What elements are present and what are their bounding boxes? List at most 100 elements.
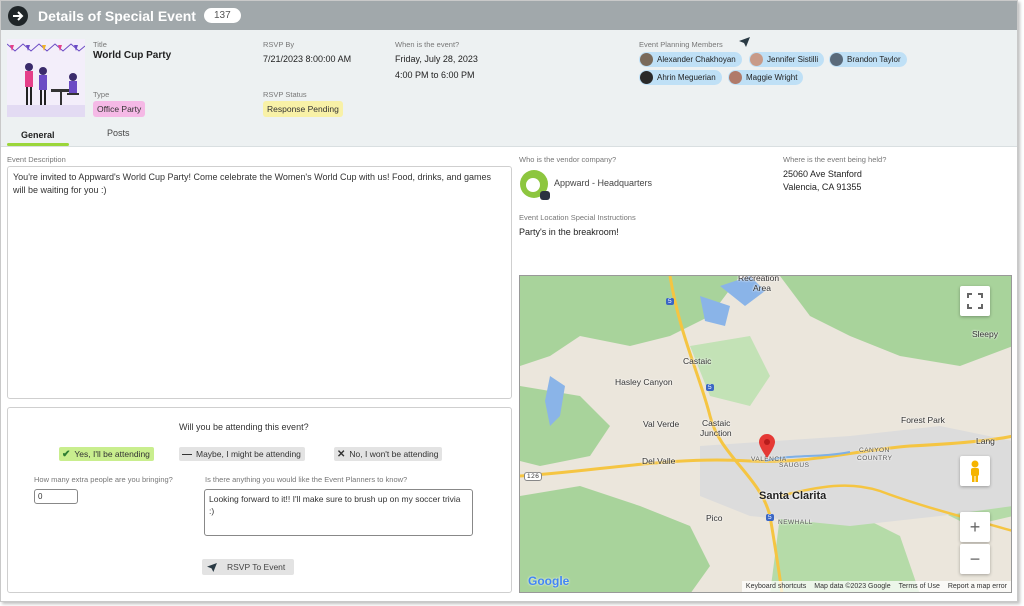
map-place: Pico [706, 513, 723, 523]
avatar [640, 71, 653, 84]
map-place: COUNTRY [857, 455, 893, 462]
fullscreen-icon [967, 293, 983, 309]
instructions-label: Event Location Special Instructions [519, 213, 636, 222]
tab-posts[interactable]: Posts [107, 128, 130, 138]
when-date: Friday, July 28, 2023 [395, 54, 478, 64]
route-shield: 5 [766, 514, 775, 521]
map-place: Lang [976, 436, 995, 446]
back-button[interactable] [8, 5, 28, 26]
member-chip[interactable]: Brandon Taylor [829, 52, 907, 67]
member-chip[interactable]: Alexander Chakhoyan [639, 52, 742, 67]
event-thumbnail [7, 39, 85, 117]
zoom-in-button[interactable]: + [960, 512, 990, 542]
member-chip[interactable]: Jennifer Sistilli [749, 52, 825, 67]
map-place: Area [753, 283, 771, 293]
event-title: World Cup Party [93, 50, 172, 61]
route-shield: 5 [666, 298, 675, 305]
extra-people-label: How many extra people are you bringing? [34, 475, 173, 484]
rsvp-question: Will you be attending this event? [179, 422, 309, 432]
arrow-right-icon [13, 10, 24, 21]
rsvp-maybe-label: Maybe, I might be attending [196, 449, 301, 459]
rsvp-panel: Will you be attending this event? ✔ Yes,… [7, 407, 512, 593]
fullscreen-button[interactable] [960, 286, 990, 316]
map-place: Del Valle [642, 456, 676, 466]
instructions-value: Party's in the breakroom! [519, 227, 619, 237]
notes-label: Is there anything you would like the Eve… [205, 475, 408, 484]
address-line1: 25060 Ave Stanford [783, 169, 862, 179]
member-name: Ahrin Meguerian [657, 73, 716, 82]
extra-people-input[interactable]: 0 [34, 489, 78, 504]
location-map[interactable]: Recreation Area Castaic Hasley Canyon Sl… [519, 275, 1012, 593]
map-footer: Keyboard shortcuts Map data ©2023 Google… [741, 581, 1011, 592]
member-chip[interactable]: Ahrin Meguerian [639, 70, 722, 85]
send-icon[interactable] [739, 37, 750, 47]
tab-general[interactable]: General [21, 130, 55, 140]
event-header: Title World Cup Party RSVP By 7/21/2023 … [1, 30, 1017, 147]
member-name: Alexander Chakhoyan [657, 55, 736, 64]
vendor-name: Appward - Headquarters [554, 178, 653, 188]
member-name: Maggie Wright [746, 73, 798, 82]
rsvp-button-label: RSVP To Event [227, 562, 286, 572]
map-place: Val Verde [643, 419, 680, 429]
map-place: Forest Park [901, 415, 945, 425]
rsvp-status-tag: Response Pending [263, 101, 343, 117]
rsvp-maybe-option[interactable]: — Maybe, I might be attending [179, 447, 305, 461]
map-data-text: Map data ©2023 Google [814, 583, 891, 590]
rsvp-yes-label: Yes, I'll be attending [74, 449, 150, 459]
vendor-logo [520, 170, 550, 200]
avatar [729, 71, 742, 84]
map-place: Castaic [702, 418, 731, 428]
map-place: Junction [700, 428, 732, 438]
map-place: NEWHALL [778, 519, 813, 526]
when-label: When is the event? [395, 40, 460, 49]
rsvp-by-value: 7/21/2023 8:00:00 AM [263, 54, 352, 64]
map-place: Castaic [683, 356, 712, 366]
member-name: Jennifer Sistilli [767, 55, 819, 64]
x-icon: ✕ [337, 448, 346, 460]
avatar [640, 53, 653, 66]
rsvp-yes-option[interactable]: ✔ Yes, I'll be attending [59, 447, 154, 461]
count-badge: 137 [203, 8, 241, 23]
send-icon [207, 562, 217, 572]
when-time: 4:00 PM to 6:00 PM [395, 70, 475, 80]
description-label: Event Description [7, 155, 66, 164]
rsvp-no-option[interactable]: ✕ No, I won't be attending [334, 447, 443, 461]
map-pin-icon[interactable] [759, 434, 775, 458]
event-details-window: Details of Special Event 137 Title World… [0, 0, 1018, 602]
title-bar: Details of Special Event 137 [1, 1, 1017, 30]
members-label: Event Planning Members [639, 40, 723, 49]
terms-link[interactable]: Terms of Use [899, 583, 940, 590]
street-view-button[interactable] [960, 456, 990, 486]
keyboard-shortcuts-link[interactable]: Keyboard shortcuts [746, 583, 806, 590]
map-place: SAUGUS [779, 462, 810, 469]
notes-textarea[interactable]: Looking forward to it!! I'll make sure t… [204, 489, 473, 536]
member-name: Brandon Taylor [847, 55, 901, 64]
type-label: Type [93, 90, 110, 99]
map-place: CANYON [859, 447, 890, 454]
type-tag: Office Party [93, 101, 146, 117]
member-chip[interactable]: Maggie Wright [728, 70, 804, 85]
address-line2: Valencia, CA 91355 [783, 182, 862, 192]
map-place: Hasley Canyon [615, 377, 673, 387]
active-tab-indicator [7, 143, 69, 146]
vendor-label: Who is the vendor company? [519, 155, 617, 164]
avatar [830, 53, 843, 66]
title-label: Title [93, 40, 107, 49]
route-shield: 126 [524, 472, 543, 481]
check-icon: ✔ [62, 448, 71, 460]
location-label: Where is the event being held? [783, 155, 887, 164]
rsvp-button[interactable]: RSVP To Event [202, 559, 294, 575]
minus-icon: − [969, 548, 981, 569]
pegman-icon [971, 460, 979, 482]
rsvp-by-label: RSVP By [263, 40, 295, 49]
map-place: Sleepy [972, 329, 998, 339]
plus-icon: + [969, 516, 981, 537]
report-error-link[interactable]: Report a map error [948, 583, 1007, 590]
zoom-out-button[interactable]: − [960, 544, 990, 574]
avatar [750, 53, 763, 66]
rsvp-status-label: RSVP Status [263, 90, 307, 99]
map-place: Recreation [738, 275, 780, 283]
minus-icon: — [182, 448, 192, 460]
window-title: Details of Special Event [38, 7, 196, 24]
google-logo: Google [528, 574, 570, 588]
